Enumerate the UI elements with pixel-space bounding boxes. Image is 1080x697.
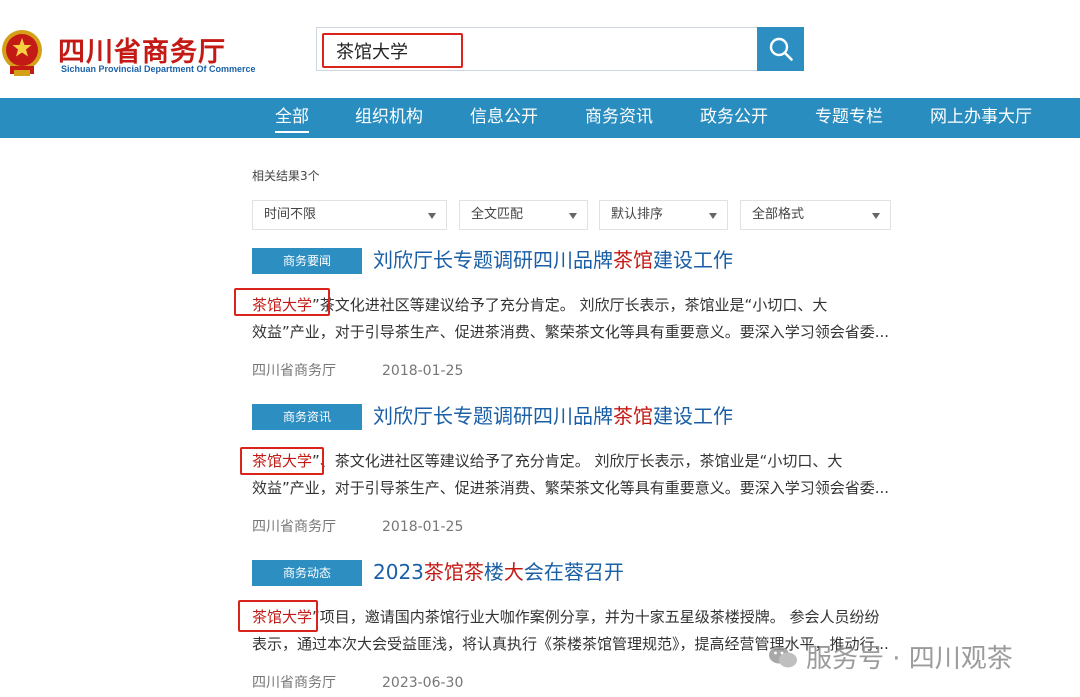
main-nav: 全部 组织机构 信息公开 商务资讯 政务公开 专题专栏 网上办事大厅 [0, 98, 1080, 138]
nav-item-information[interactable]: 信息公开 [470, 98, 538, 138]
chevron-down-icon [428, 213, 436, 219]
result-meta: 四川省商务厅 2018-01-25 [252, 360, 463, 380]
format-filter-select[interactable]: 全部格式 [740, 200, 891, 230]
result-date: 2023-06-30 [382, 675, 464, 691]
search-input[interactable] [322, 33, 463, 68]
result-source: 四川省商务厅 [252, 363, 336, 379]
time-filter-select[interactable]: 时间不限 [252, 200, 447, 230]
chevron-down-icon [872, 213, 880, 219]
time-filter-label: 时间不限 [264, 207, 317, 222]
nav-item-government-affairs[interactable]: 政务公开 [700, 98, 768, 138]
result-snippet: 茶馆大学”、茶文化进社区等建议给予了充分肯定。 刘欣厅长表示，茶馆业是“小切口、… [252, 452, 890, 497]
nav-item-organization[interactable]: 组织机构 [355, 98, 423, 138]
keyword-annotation-box [234, 288, 330, 316]
result-title-link[interactable]: 2023茶馆茶楼大会在蓉召开 [373, 556, 624, 585]
chevron-down-icon [569, 213, 577, 219]
keyword-annotation-box [240, 447, 324, 475]
result-date: 2018-01-25 [382, 363, 464, 379]
format-filter-label: 全部格式 [752, 207, 805, 222]
search-button[interactable] [757, 27, 804, 71]
result-source: 四川省商务厅 [252, 519, 336, 535]
result-title-link[interactable]: 刘欣厅长专题调研四川品牌茶馆建设工作 [373, 400, 733, 429]
result-meta: 四川省商务厅 2023-06-30 [252, 672, 463, 692]
search-icon [769, 37, 793, 61]
result-meta: 四川省商务厅 2018-01-25 [252, 516, 463, 536]
nav-item-special-topics[interactable]: 专题专栏 [815, 98, 883, 138]
sort-filter-select[interactable]: 默认排序 [599, 200, 728, 230]
national-emblem-icon [0, 26, 44, 78]
search-box [316, 27, 758, 71]
keyword-annotation-box [238, 600, 318, 632]
nav-item-all[interactable]: 全部 [275, 98, 309, 138]
result-snippet: 茶馆大学”茶文化进社区等建议给予了充分肯定。 刘欣厅长表示，茶馆业是“小切口、大… [252, 296, 890, 341]
chevron-down-icon [709, 213, 717, 219]
watermark: 服务号 · 四川观茶 [768, 638, 1013, 675]
watermark-text: 服务号 · 四川观茶 [806, 644, 1013, 674]
wechat-icon [769, 646, 797, 667]
match-filter-label: 全文匹配 [471, 207, 524, 222]
category-badge[interactable]: 商务动态 [252, 560, 362, 586]
search-result: 商务资讯 刘欣厅长专题调研四川品牌茶馆建设工作 茶馆大学”、茶文化进社区等建议给… [240, 404, 912, 554]
nav-item-commerce-news[interactable]: 商务资讯 [585, 98, 653, 138]
result-title-link[interactable]: 刘欣厅长专题调研四川品牌茶馆建设工作 [373, 244, 733, 273]
results-count: 相关结果3个 [252, 169, 320, 183]
search-result: 商务要闻 刘欣厅长专题调研四川品牌茶馆建设工作 茶馆大学”茶文化进社区等建议给予… [234, 248, 912, 398]
result-date: 2018-01-25 [382, 519, 464, 535]
category-badge[interactable]: 商务要闻 [252, 248, 362, 274]
search-result: 商务动态 2023茶馆茶楼大会在蓉召开 茶馆大学”项目，邀请国内茶馆行业大咖作案… [238, 560, 912, 697]
match-filter-select[interactable]: 全文匹配 [459, 200, 588, 230]
sort-filter-label: 默认排序 [611, 207, 664, 222]
result-source: 四川省商务厅 [252, 675, 336, 691]
category-badge[interactable]: 商务资讯 [252, 404, 362, 430]
nav-item-online-services[interactable]: 网上办事大厅 [930, 98, 1032, 138]
site-subtitle: Sichuan Provincial Department Of Commerc… [61, 64, 256, 74]
